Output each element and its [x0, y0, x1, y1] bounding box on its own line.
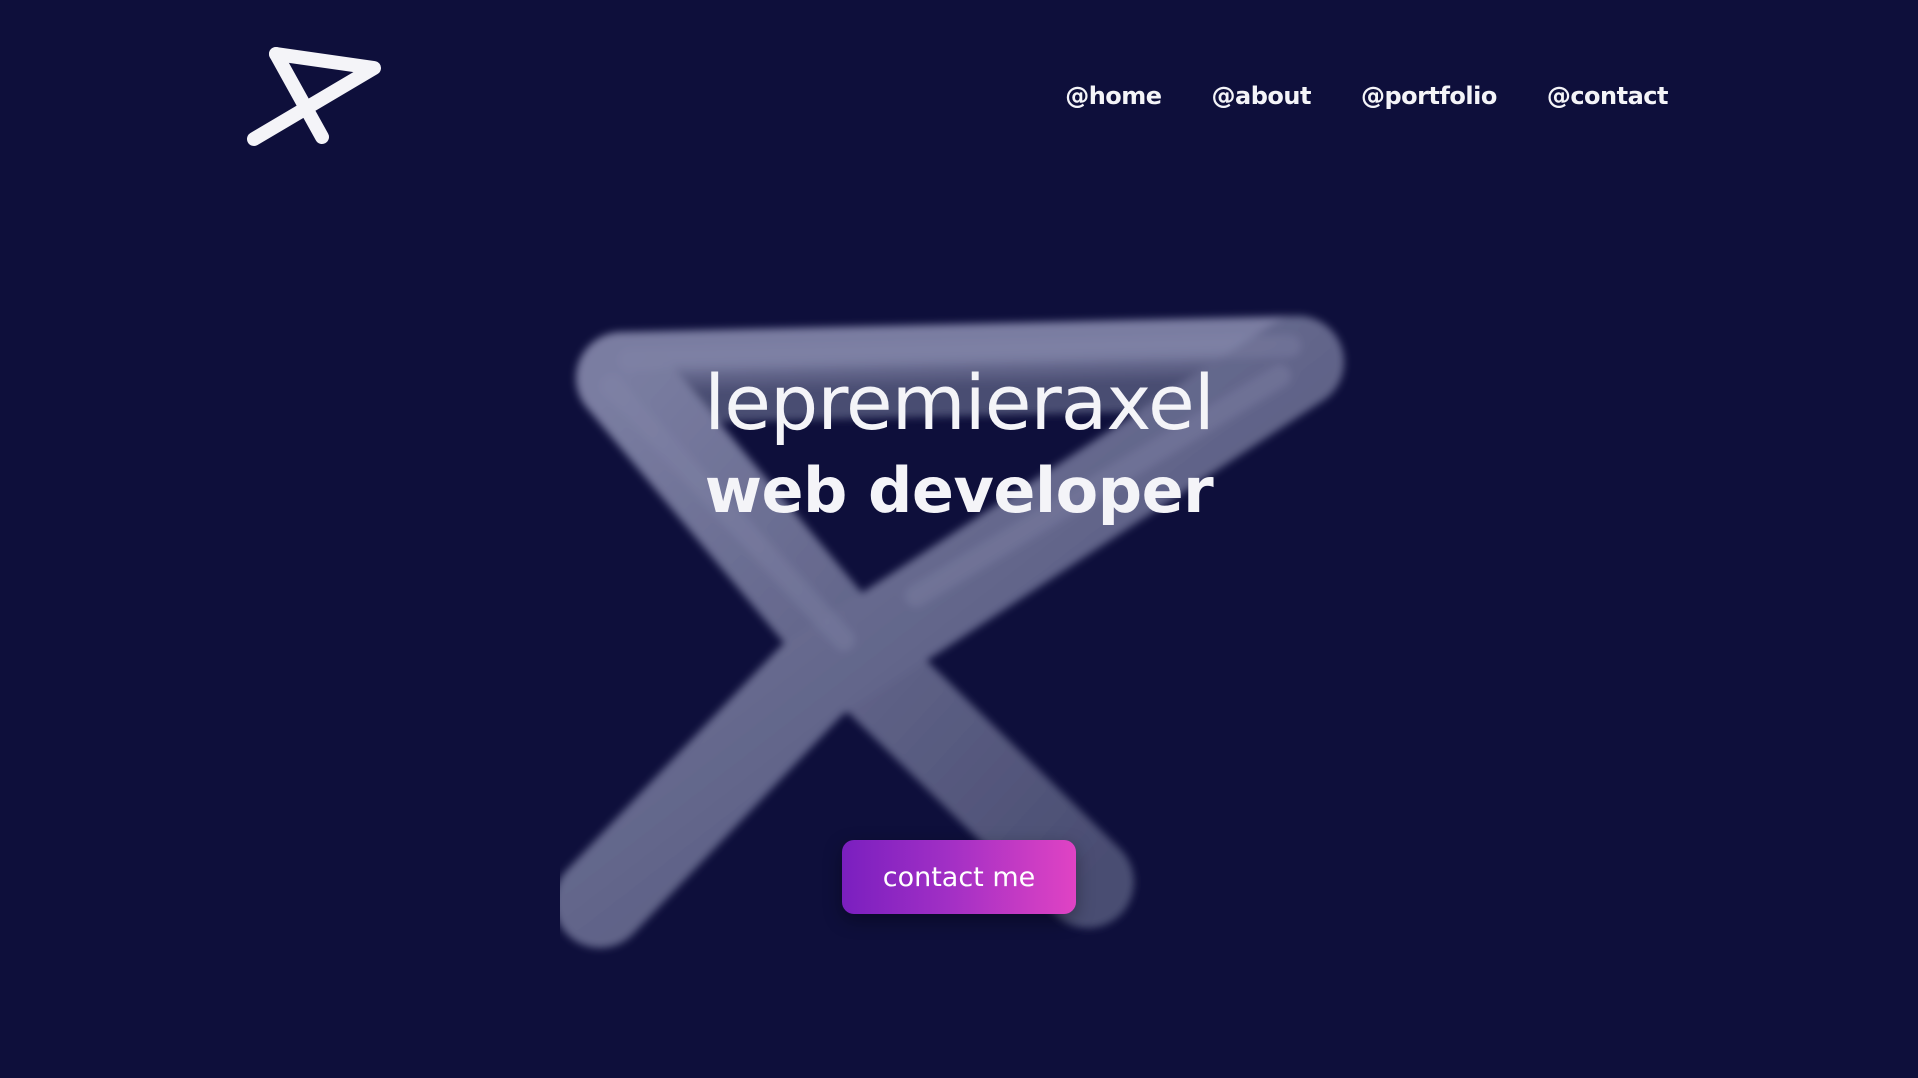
nav-portfolio-link[interactable]: @portfolio [1361, 82, 1497, 110]
nav-contact-link[interactable]: @contact [1547, 82, 1669, 110]
contact-me-button[interactable]: contact me [842, 840, 1076, 914]
nav-home-link[interactable]: @home [1065, 82, 1162, 110]
nav-about-link[interactable]: @about [1212, 82, 1312, 110]
hero-subtitle: web developer [704, 454, 1214, 527]
main-nav: @home @about @portfolio @contact [1065, 82, 1668, 110]
logo-icon[interactable] [244, 44, 384, 156]
hero-title: lepremieraxel [704, 358, 1215, 447]
